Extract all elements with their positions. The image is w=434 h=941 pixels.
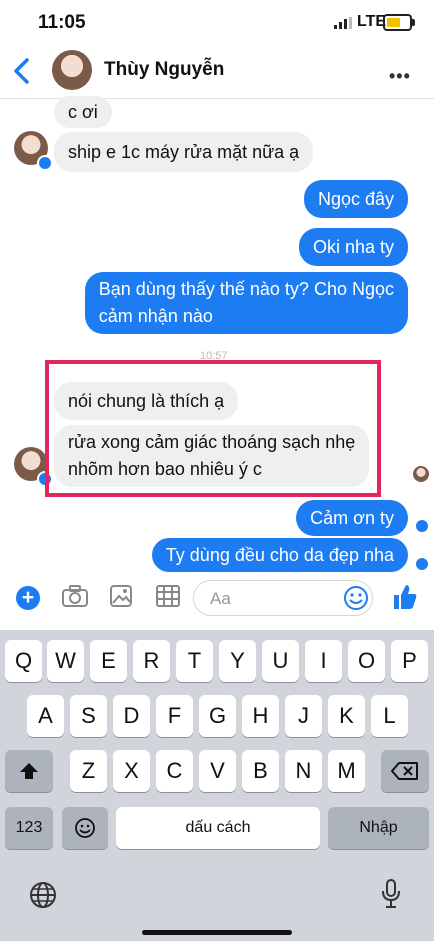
- space-key[interactable]: dấu cách: [116, 807, 320, 849]
- key-e[interactable]: E: [90, 640, 127, 682]
- key-d[interactable]: D: [113, 695, 150, 737]
- backspace-key[interactable]: [381, 750, 429, 792]
- key-y[interactable]: Y: [219, 640, 256, 682]
- key-l[interactable]: L: [371, 695, 408, 737]
- camera-icon[interactable]: [62, 585, 88, 607]
- on-screen-keyboard: Q W E R T Y U I O P A S D F G H J K L Z …: [0, 630, 434, 941]
- message-input-placeholder: Aa: [210, 589, 231, 608]
- status-bar: 11:05 LTE: [0, 0, 434, 46]
- plus-icon[interactable]: +: [16, 586, 40, 610]
- photo-icon[interactable]: [110, 585, 132, 607]
- message-bubble-incoming[interactable]: ship e 1c máy rửa mặt nữa ạ: [54, 132, 314, 172]
- shift-key[interactable]: [5, 750, 53, 792]
- like-thumb-icon[interactable]: [392, 583, 418, 611]
- key-a[interactable]: A: [27, 695, 64, 737]
- key-f[interactable]: F: [156, 695, 193, 737]
- return-key[interactable]: Nhập: [328, 807, 429, 849]
- microphone-icon[interactable]: [380, 878, 402, 910]
- message-bubble-outgoing[interactable]: Cảm ơn ty: [296, 500, 408, 536]
- back-chevron-icon[interactable]: [10, 56, 34, 86]
- battery-icon: [383, 14, 415, 31]
- highlight-frame: [45, 360, 381, 497]
- key-w[interactable]: W: [47, 640, 84, 682]
- contact-name[interactable]: Thùy Nguyễn: [104, 59, 224, 81]
- backspace-icon: [391, 762, 418, 780]
- messenger-badge-icon: [37, 155, 53, 171]
- key-g[interactable]: G: [199, 695, 236, 737]
- key-p[interactable]: P: [391, 640, 428, 682]
- emoji-icon[interactable]: [343, 585, 369, 611]
- message-bubble-outgoing[interactable]: Oki nha ty: [298, 228, 408, 266]
- message-bubble-outgoing[interactable]: Bạn dùng thấy thế nào ty? Cho Ngọc cảm nh…: [84, 272, 408, 334]
- key-b[interactable]: B: [242, 750, 279, 792]
- gif-grid-icon[interactable]: [156, 585, 180, 607]
- emoji-keyboard-key[interactable]: [62, 807, 108, 849]
- more-options-icon[interactable]: •••: [389, 66, 411, 87]
- shift-arrow-icon: [20, 763, 38, 779]
- key-o[interactable]: O: [348, 640, 385, 682]
- key-i[interactable]: I: [305, 640, 342, 682]
- status-time: 11:05: [38, 12, 86, 33]
- key-s[interactable]: S: [70, 695, 107, 737]
- key-u[interactable]: U: [262, 640, 299, 682]
- message-bubble-incoming[interactable]: c ơi: [54, 96, 112, 128]
- home-indicator[interactable]: [142, 930, 292, 935]
- delivered-check-icon: [414, 518, 430, 534]
- globe-icon[interactable]: [28, 880, 58, 910]
- key-h[interactable]: H: [242, 695, 279, 737]
- key-v[interactable]: V: [199, 750, 236, 792]
- key-r[interactable]: R: [133, 640, 170, 682]
- contact-avatar[interactable]: [52, 50, 92, 90]
- numbers-key[interactable]: 123: [5, 807, 53, 849]
- message-bubble-outgoing[interactable]: Ty dùng đều cho da đẹp nha: [151, 538, 408, 572]
- key-k[interactable]: K: [328, 695, 365, 737]
- key-q[interactable]: Q: [5, 640, 42, 682]
- key-j[interactable]: J: [285, 695, 322, 737]
- emoji-key-icon: [75, 818, 95, 838]
- signal-icon: [334, 17, 352, 29]
- key-m[interactable]: M: [328, 750, 365, 792]
- key-n[interactable]: N: [285, 750, 322, 792]
- key-x[interactable]: X: [113, 750, 150, 792]
- key-z[interactable]: Z: [70, 750, 107, 792]
- key-c[interactable]: C: [156, 750, 193, 792]
- key-t[interactable]: T: [176, 640, 213, 682]
- seen-avatar: [413, 466, 429, 482]
- message-bubble-outgoing[interactable]: Ngọc đây: [303, 180, 408, 218]
- network-label: LTE: [357, 13, 387, 30]
